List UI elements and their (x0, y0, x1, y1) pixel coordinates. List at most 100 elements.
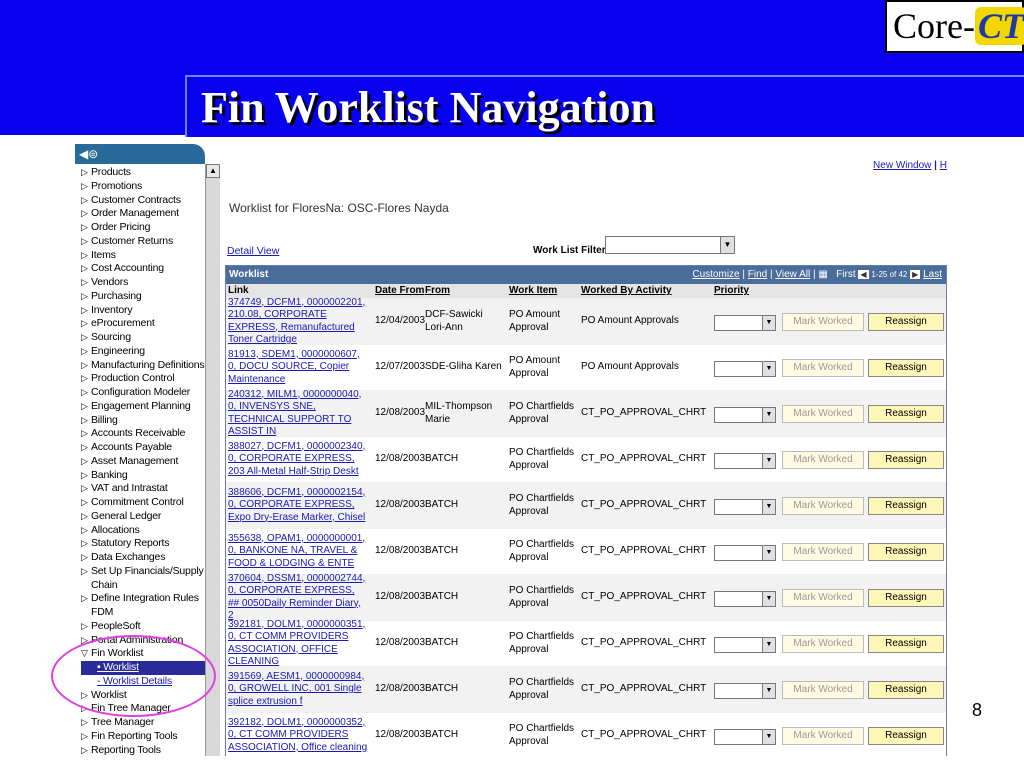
row-link[interactable]: 81913, SDEM1, 0000000607, 0, DOCU SOURCE… (228, 345, 368, 390)
nav-item[interactable]: ▷ Accounts Receivable (81, 427, 205, 441)
nav-item[interactable]: ▷ Banking (81, 469, 205, 483)
nav-item[interactable]: ▷ Statutory Reports (81, 537, 205, 551)
row-link[interactable]: 355638, OPAM1, 0000000001, 0, BANKONE NA… (228, 529, 368, 574)
prev-arrow-icon[interactable]: ◀ (858, 270, 869, 279)
reassign-button[interactable]: Reassign (868, 405, 944, 423)
nav-item[interactable]: ▷ Cost Accounting (81, 262, 205, 276)
chevron-down-icon[interactable]: ▼ (762, 316, 775, 330)
reassign-button[interactable]: Reassign (868, 451, 944, 469)
row-link-text[interactable]: 388027, DCFM1, 0000002340, 0, CORPORATE … (228, 441, 368, 479)
last-link[interactable]: Last (923, 269, 942, 280)
customize-link[interactable]: Customize (692, 269, 739, 280)
mark-worked-button[interactable]: Mark Worked (782, 405, 864, 423)
new-window-link[interactable]: New Window (873, 160, 931, 171)
mark-worked-button[interactable]: Mark Worked (782, 543, 864, 561)
row-link[interactable]: 388606, DCFM1, 0000002154, 0, CORPORATE … (228, 483, 368, 528)
chevron-down-icon[interactable]: ▼ (762, 684, 775, 698)
chevron-down-icon[interactable]: ▼ (762, 408, 775, 422)
view-all-link[interactable]: View All (775, 269, 810, 280)
header-from[interactable]: From (425, 285, 450, 296)
nav-item[interactable]: ▷ Promotions (81, 180, 205, 194)
nav-item[interactable]: ▷ Vendors (81, 276, 205, 290)
row-link[interactable]: 392181, DOLM1, 0000000351, 0, CT COMM PR… (228, 619, 368, 669)
nav-item[interactable]: ▷ Engagement Planning (81, 400, 205, 414)
reassign-button[interactable]: Reassign (868, 589, 944, 607)
priority-select[interactable]: ▼ (714, 315, 776, 331)
nav-item[interactable]: ▷ Engineering (81, 345, 205, 359)
nav-item[interactable]: Chain (81, 579, 205, 593)
priority-select[interactable]: ▼ (714, 545, 776, 561)
header-date-from[interactable]: Date From (375, 285, 424, 296)
reassign-button[interactable]: Reassign (868, 681, 944, 699)
priority-select[interactable]: ▼ (714, 637, 776, 653)
nav-item[interactable]: ▷ VAT and Intrastat (81, 482, 205, 496)
row-link[interactable]: 392182, DOLM1, 0000000352, 0, CT COMM PR… (228, 713, 368, 756)
row-link-text[interactable]: 392182, DOLM1, 0000000352, 0, CT COMM PR… (228, 717, 368, 755)
chevron-down-icon[interactable]: ▼ (762, 546, 775, 560)
row-link[interactable]: 391569, AESM1, 0000000984, 0, GROWELL IN… (228, 667, 368, 712)
nav-item[interactable]: ▷ Configuration Modeler (81, 386, 205, 400)
nav-item[interactable]: ▷ Inventory (81, 304, 205, 318)
row-link-text[interactable]: 374749, DCFM1, 0000002201, 210.08, CORPO… (228, 297, 368, 347)
nav-item[interactable]: ▷ Define Integration Rules (81, 592, 205, 606)
mark-worked-button[interactable]: Mark Worked (782, 497, 864, 515)
row-link[interactable]: 240312, MILM1, 0000000040, 0, INVENSYS S… (228, 389, 368, 438)
row-link-text[interactable]: 392181, DOLM1, 0000000351, 0, CT COMM PR… (228, 619, 368, 669)
nav-item[interactable]: ▷ Billing (81, 414, 205, 428)
mark-worked-button[interactable]: Mark Worked (782, 359, 864, 377)
nav-item[interactable]: ▷ Customer Returns (81, 235, 205, 249)
nav-item[interactable]: ▷ Fin Reporting Tools (81, 730, 205, 744)
nav-item[interactable]: ▷ Accounts Payable (81, 441, 205, 455)
reassign-button[interactable]: Reassign (868, 359, 944, 377)
nav-item[interactable]: ▷ Purchasing (81, 290, 205, 304)
mark-worked-button[interactable]: Mark Worked (782, 589, 864, 607)
menu-icon[interactable]: ◀⊜ (79, 147, 98, 161)
row-link[interactable]: 370604, DSSM1, 0000002744, 0, CORPORATE … (228, 573, 368, 623)
reassign-button[interactable]: Reassign (868, 313, 944, 331)
nav-item[interactable]: ▷ Production Control (81, 372, 205, 386)
row-link-text[interactable]: 81913, SDEM1, 0000000607, 0, DOCU SOURCE… (228, 349, 368, 387)
priority-select[interactable]: ▼ (714, 453, 776, 469)
priority-select[interactable]: ▼ (714, 729, 776, 745)
header-priority[interactable]: Priority (714, 285, 749, 296)
nav-item[interactable]: ▷ Allocations (81, 524, 205, 538)
mark-worked-button[interactable]: Mark Worked (782, 635, 864, 653)
chevron-down-icon[interactable]: ▼ (720, 237, 734, 253)
nav-item[interactable]: ▷ Manufacturing Definitions (81, 359, 205, 373)
nav-item[interactable]: ▷ PeopleSoft (81, 620, 205, 634)
nav-item[interactable]: ▷ Order Management (81, 207, 205, 221)
nav-item[interactable]: ▷ Set Up Financials/Supply (81, 565, 205, 579)
nav-item[interactable]: ▷ Tree Manager (81, 716, 205, 730)
row-link[interactable]: 374749, DCFM1, 0000002201, 210.08, CORPO… (228, 297, 368, 347)
nav-item[interactable]: ▷ Sourcing (81, 331, 205, 345)
chevron-down-icon[interactable]: ▼ (762, 638, 775, 652)
reassign-button[interactable]: Reassign (868, 497, 944, 515)
mark-worked-button[interactable]: Mark Worked (782, 681, 864, 699)
priority-select[interactable]: ▼ (714, 361, 776, 377)
priority-select[interactable]: ▼ (714, 591, 776, 607)
spreadsheet-icon[interactable]: ▦ (818, 269, 827, 280)
chevron-down-icon[interactable]: ▼ (762, 730, 775, 744)
nav-item[interactable]: FDM (81, 606, 205, 620)
worklist-filter-select[interactable]: ▼ (605, 236, 735, 254)
find-link[interactable]: Find (748, 269, 767, 280)
chevron-down-icon[interactable]: ▼ (762, 500, 775, 514)
chevron-down-icon[interactable]: ▼ (762, 454, 775, 468)
nav-item[interactable]: ▷ Data Exchanges (81, 551, 205, 565)
header-work-item[interactable]: Work Item (509, 285, 557, 296)
row-link-text[interactable]: 370604, DSSM1, 0000002744, 0, CORPORATE … (228, 573, 368, 623)
priority-select[interactable]: ▼ (714, 407, 776, 423)
help-link[interactable]: H (940, 160, 947, 171)
chevron-down-icon[interactable]: ▼ (762, 592, 775, 606)
nav-item[interactable]: ▷ Commitment Control (81, 496, 205, 510)
row-link[interactable]: 388027, DCFM1, 0000002340, 0, CORPORATE … (228, 437, 368, 482)
priority-select[interactable]: ▼ (714, 683, 776, 699)
row-link-text[interactable]: 388606, DCFM1, 0000002154, 0, CORPORATE … (228, 487, 368, 525)
scroll-up-icon[interactable]: ▲ (206, 164, 220, 178)
nav-item[interactable]: ▷ General Ledger (81, 510, 205, 524)
row-link-text[interactable]: 391569, AESM1, 0000000984, 0, GROWELL IN… (228, 671, 368, 709)
next-arrow-icon[interactable]: ▶ (910, 270, 921, 279)
mark-worked-button[interactable]: Mark Worked (782, 313, 864, 331)
nav-item[interactable]: ▷ Items (81, 249, 205, 263)
chevron-down-icon[interactable]: ▼ (762, 362, 775, 376)
